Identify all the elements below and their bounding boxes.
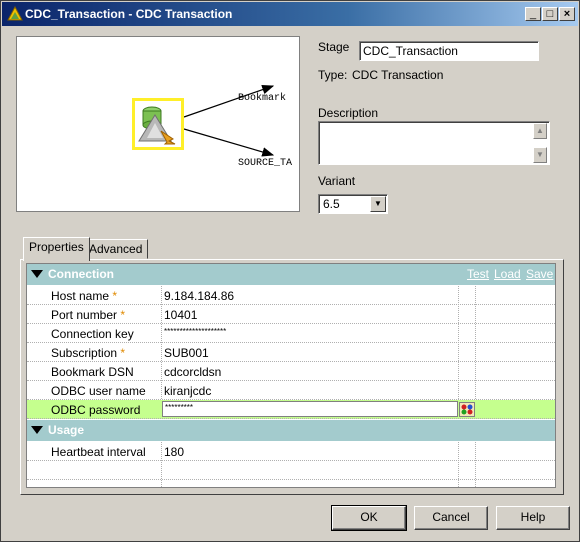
property-key: Subscription (51, 346, 118, 360)
property-row-odbc-password[interactable]: ODBC password ********* (27, 400, 555, 419)
test-link[interactable]: Test (467, 267, 489, 281)
property-value[interactable]: 180 (164, 445, 184, 459)
usage-category[interactable]: Usage (27, 420, 555, 441)
transaction-stage-icon (138, 106, 176, 145)
link-label-bookmark: Bookmark (238, 93, 287, 104)
connection-title: Connection (48, 267, 114, 281)
minimize-button[interactable]: _ (525, 7, 541, 21)
usage-title: Usage (48, 423, 85, 437)
property-row-odbc-user-name[interactable]: ODBC user name kiranjcdc (27, 381, 555, 400)
property-key: ODBC password (51, 403, 141, 417)
description-field[interactable]: ▲ ▼ (318, 121, 550, 165)
triangle-down-icon[interactable] (31, 426, 43, 434)
stage-highlight-box[interactable] (132, 98, 184, 150)
property-value[interactable]: 9.184.184.86 (164, 289, 234, 303)
tab-properties[interactable]: Properties (23, 237, 90, 261)
type-value: CDC Transaction (352, 68, 444, 82)
stage-label: Stage (318, 40, 350, 54)
description-label: Description (318, 106, 379, 120)
property-grid: Connection Test Load Save Host name * 9.… (26, 263, 556, 488)
chevron-down-icon[interactable]: ▼ (370, 196, 386, 212)
app-icon (7, 6, 23, 21)
variant-value: 6.5 (323, 197, 340, 211)
property-value[interactable]: SUB001 (164, 346, 209, 360)
property-row-heartbeat-interval[interactable]: Heartbeat interval 180 (27, 442, 555, 461)
dialog-window: CDC_Transaction - CDC Transaction _ □ × (0, 0, 580, 542)
cancel-button[interactable]: Cancel (414, 506, 488, 530)
scroll-up-button[interactable]: ▲ (533, 123, 547, 139)
password-value: ********* (165, 403, 194, 412)
property-key: Heartbeat interval (51, 445, 146, 459)
help-button[interactable]: Help (496, 506, 570, 530)
scroll-down-button[interactable]: ▼ (533, 147, 547, 163)
property-row-port-number[interactable]: Port number * 10401 (27, 305, 555, 324)
property-value[interactable]: 10401 (164, 308, 197, 322)
property-key: ODBC user name (51, 384, 146, 398)
property-row-bookmark-dsn[interactable]: Bookmark DSN cdcorcldsn (27, 362, 555, 381)
stage-preview: Bookmark SOURCE_TA (16, 36, 300, 212)
load-link[interactable]: Load (494, 267, 521, 281)
type-label: Type: (318, 68, 348, 82)
password-input[interactable]: ********* (162, 401, 458, 417)
password-editor-icon[interactable] (459, 402, 475, 417)
window-title: CDC_Transaction - CDC Transaction (25, 7, 233, 21)
maximize-button[interactable]: □ (542, 7, 558, 21)
property-value[interactable]: kiranjcdc (164, 384, 211, 398)
connection-category[interactable]: Connection Test Load Save (27, 264, 555, 285)
ok-button[interactable]: OK (331, 505, 407, 531)
property-row-connection-key[interactable]: Connection key ******************** (27, 324, 555, 343)
property-key: Host name (51, 289, 110, 303)
variant-label: Variant (318, 174, 356, 188)
empty-row (27, 461, 555, 480)
variant-select[interactable]: 6.5 ▼ (318, 194, 388, 214)
triangle-down-icon[interactable] (31, 270, 43, 278)
save-link[interactable]: Save (526, 267, 553, 281)
required-marker: * (112, 289, 118, 303)
title-bar[interactable]: CDC_Transaction - CDC Transaction _ □ × (2, 2, 578, 26)
required-marker: * (120, 346, 126, 360)
property-key: Bookmark DSN (51, 365, 134, 379)
stage-name-field[interactable]: CDC_Transaction (359, 41, 539, 61)
property-key: Connection key (51, 327, 134, 341)
property-key: Port number (51, 308, 118, 322)
close-button[interactable]: × (559, 7, 575, 21)
required-marker: * (120, 308, 126, 322)
property-value[interactable]: cdcorcldsn (164, 365, 221, 379)
tab-advanced[interactable]: Advanced (83, 239, 149, 259)
property-row-host-name[interactable]: Host name * 9.184.184.86 (27, 286, 555, 305)
property-row-subscription[interactable]: Subscription * SUB001 (27, 343, 555, 362)
property-value[interactable]: ******************** (164, 327, 226, 336)
link-label-source: SOURCE_TA (238, 158, 293, 169)
